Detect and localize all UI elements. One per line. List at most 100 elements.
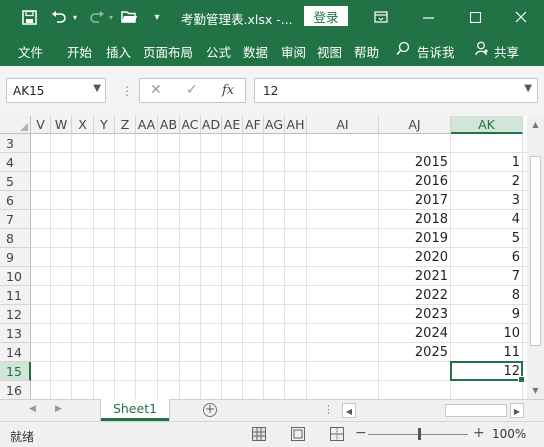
column-header-x[interactable]: X — [72, 116, 94, 134]
page-layout-view-icon[interactable] — [291, 427, 305, 441]
undo-icon[interactable] — [48, 0, 70, 34]
tab-file[interactable]: 文件 — [18, 42, 43, 61]
tab-formulas[interactable]: 公式 — [206, 42, 231, 61]
cell-aj9[interactable]: 2020 — [379, 248, 451, 267]
redo-dropdown-icon[interactable]: ▾ — [106, 0, 116, 34]
column-header-aa[interactable]: AA — [136, 116, 158, 134]
row-header-7[interactable]: 7 — [0, 210, 31, 229]
row-header-11[interactable]: 11 — [0, 286, 31, 305]
cell-aj6[interactable]: 2017 — [379, 191, 451, 210]
row-header-9[interactable]: 9 — [0, 248, 31, 267]
tab-data[interactable]: 数据 — [243, 42, 268, 61]
vertical-scroll-thumb[interactable] — [530, 156, 541, 346]
cell-aj10[interactable]: 2021 — [379, 267, 451, 286]
cell-area[interactable]: 2015 1 2016 2 2017 3 2018 4 2019 5 2020 6 2021 7 2022 8… — [31, 134, 527, 399]
cell-aj11[interactable]: 2022 — [379, 286, 451, 305]
row-header-8[interactable]: 8 — [0, 229, 31, 248]
name-box[interactable]: AK15 ▼ — [6, 78, 106, 103]
column-header-w[interactable]: W — [51, 116, 72, 134]
column-header-af[interactable]: AF — [243, 116, 264, 134]
cell-aj12[interactable]: 2023 — [379, 305, 451, 324]
horizontal-scroll-thumb[interactable] — [445, 404, 507, 417]
column-header-ab[interactable]: AB — [158, 116, 180, 134]
cell-ak14[interactable]: 11 — [451, 343, 523, 362]
column-header-ae[interactable]: AE — [222, 116, 243, 134]
cell-ak9[interactable]: 6 — [451, 248, 523, 267]
maximize-icon[interactable] — [460, 0, 490, 34]
tab-help[interactable]: 帮助 — [354, 42, 379, 61]
column-header-z[interactable]: Z — [115, 116, 136, 134]
close-icon[interactable] — [506, 0, 536, 34]
normal-view-icon[interactable] — [252, 427, 266, 441]
cell-ak12[interactable]: 9 — [451, 305, 523, 324]
cell-aj7[interactable]: 2018 — [379, 210, 451, 229]
cell-aj8[interactable]: 2019 — [379, 229, 451, 248]
share-person-icon[interactable] — [475, 41, 489, 59]
tab-split-handle[interactable]: ⋮ — [323, 403, 334, 416]
cell-ak10[interactable]: 7 — [451, 267, 523, 286]
tab-view[interactable]: 视图 — [317, 42, 342, 61]
cell-ak7[interactable]: 4 — [451, 210, 523, 229]
row-header-12[interactable]: 12 — [0, 305, 31, 324]
share-button[interactable]: 共享 — [494, 42, 519, 61]
cell-ak8[interactable]: 5 — [451, 229, 523, 248]
row-header-14[interactable]: 14 — [0, 343, 31, 362]
row-header-6[interactable]: 6 — [0, 191, 31, 210]
insert-function-button[interactable]: fx — [222, 83, 234, 98]
page-break-view-icon[interactable] — [330, 427, 344, 441]
scroll-left-arrow-icon[interactable]: ◀ — [342, 403, 356, 418]
horizontal-scrollbar[interactable]: ◀ ▶ — [342, 403, 524, 418]
vertical-scrollbar[interactable]: ▲ ▼ — [527, 116, 544, 399]
zoom-level[interactable]: 100% — [492, 427, 526, 441]
column-header-ai[interactable]: AI — [307, 116, 379, 134]
prev-sheet-arrow-icon[interactable]: ◀ — [29, 404, 36, 414]
expand-formula-bar-icon[interactable]: ▼ — [524, 83, 532, 94]
active-cell-selection[interactable] — [450, 361, 525, 383]
zoom-out-minus-icon[interactable]: − — [355, 425, 367, 441]
cell-aj14[interactable]: 2025 — [379, 343, 451, 362]
enter-check-icon[interactable]: ✓ — [186, 82, 198, 98]
ribbon-display-options-icon[interactable] — [369, 0, 393, 34]
cell-ak5[interactable]: 2 — [451, 172, 523, 191]
customize-toolbar-icon[interactable]: ▾ — [150, 0, 164, 34]
cell-ak13[interactable]: 10 — [451, 324, 523, 343]
login-button[interactable]: 登录 — [304, 6, 348, 26]
cell-aj13[interactable]: 2024 — [379, 324, 451, 343]
zoom-slider-knob[interactable] — [418, 428, 421, 440]
cell-aj4[interactable]: 2015 — [379, 153, 451, 172]
cancel-icon[interactable]: ✕ — [150, 82, 162, 98]
formula-input[interactable]: 12 ▼ — [254, 78, 538, 103]
fill-handle[interactable] — [518, 376, 525, 383]
cell-ak11[interactable]: 8 — [451, 286, 523, 305]
cell-aj5[interactable]: 2016 — [379, 172, 451, 191]
cell-ak6[interactable]: 3 — [451, 191, 523, 210]
minimize-icon[interactable] — [413, 0, 443, 34]
column-header-ak[interactable]: AK — [451, 116, 523, 134]
chevron-down-icon[interactable]: ▼ — [93, 83, 101, 94]
tab-home[interactable]: 开始 — [67, 42, 92, 61]
row-header-16[interactable]: 16 — [0, 381, 31, 399]
column-header-y[interactable]: Y — [94, 116, 115, 134]
tell-me-search[interactable]: 告诉我 — [417, 42, 455, 61]
tab-insert[interactable]: 插入 — [106, 42, 131, 61]
formula-bar-resize-handle[interactable]: ⋮ — [121, 84, 133, 98]
undo-dropdown-icon[interactable]: ▾ — [70, 0, 80, 34]
scroll-right-arrow-icon[interactable]: ▶ — [510, 403, 524, 418]
scroll-up-arrow-icon[interactable]: ▲ — [527, 116, 544, 133]
column-header-ac[interactable]: AC — [180, 116, 201, 134]
select-all-button[interactable] — [0, 116, 31, 134]
row-header-3[interactable]: 3 — [0, 134, 31, 153]
tab-review[interactable]: 审阅 — [281, 42, 306, 61]
tab-page-layout[interactable]: 页面布局 — [143, 42, 193, 61]
cell-ak4[interactable]: 1 — [451, 153, 523, 172]
redo-icon[interactable] — [86, 0, 108, 34]
zoom-in-plus-icon[interactable]: + — [473, 425, 485, 441]
column-header-v[interactable]: V — [31, 116, 51, 134]
row-header-13[interactable]: 13 — [0, 324, 31, 343]
scroll-down-arrow-icon[interactable]: ▼ — [527, 382, 544, 399]
worksheet-grid[interactable]: V W X Y Z AA AB AC AD AE AF AG AH AI AJ AK 3 4 5 6 7 8 9 10 11 1… — [0, 116, 527, 399]
column-header-ad[interactable]: AD — [201, 116, 222, 134]
row-header-10[interactable]: 10 — [0, 267, 31, 286]
row-header-15[interactable]: 15 — [0, 362, 31, 381]
add-sheet-plus-icon[interactable]: + — [203, 403, 217, 417]
